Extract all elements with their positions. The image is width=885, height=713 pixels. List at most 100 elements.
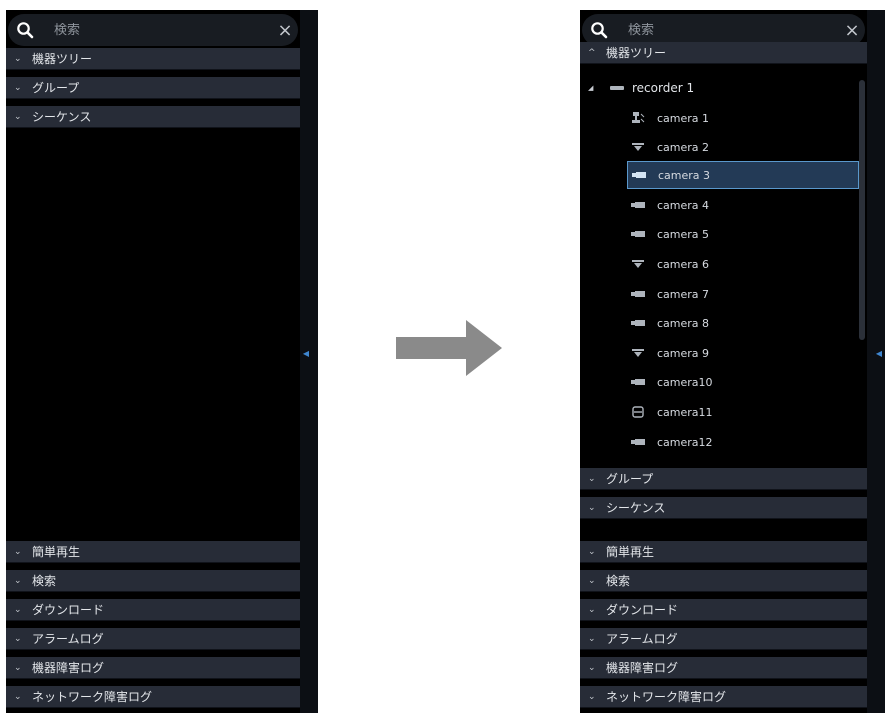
- tree-item-camera[interactable]: camera12: [627, 428, 859, 456]
- section-label: アラームログ: [32, 632, 104, 646]
- camera-label: camera 1: [657, 111, 710, 125]
- section-device-tree[interactable]: ^ 機器ツリー: [580, 42, 867, 64]
- search-input[interactable]: [42, 22, 272, 38]
- section-network-error-log[interactable]: ⌄ ネットワーク障害ログ: [6, 686, 300, 708]
- section-label: アラームログ: [606, 632, 678, 646]
- section-label: 機器障害ログ: [606, 661, 679, 675]
- caret-left-icon: ◀: [302, 348, 310, 358]
- chevron-down-icon: ⌄: [14, 111, 22, 122]
- search-bar: ×: [8, 14, 298, 46]
- section-label: ダウンロード: [32, 603, 105, 617]
- tree-item-camera[interactable]: camera10: [627, 368, 859, 396]
- panel-collapse-tab[interactable]: ◀: [300, 318, 312, 388]
- section-device-error-log[interactable]: ⌄ 機器障害ログ: [580, 657, 867, 679]
- camera-label: camera 6: [657, 257, 710, 271]
- section-search[interactable]: ⌄ 検索: [6, 570, 300, 592]
- camera-label: camera 9: [657, 346, 710, 360]
- chevron-down-icon: ⌄: [588, 604, 596, 615]
- section-label: グループ: [32, 81, 80, 95]
- chevron-down-icon: ⌄: [14, 53, 22, 64]
- camera-label: camera 8: [657, 316, 710, 330]
- search-icon[interactable]: [8, 21, 42, 39]
- section-group[interactable]: ⌄ グループ: [580, 468, 867, 490]
- tree-item-camera[interactable]: camera 9: [627, 339, 859, 367]
- search-icon[interactable]: [582, 21, 616, 39]
- tree-scrollbar[interactable]: [859, 80, 865, 340]
- camera-label: camera12: [657, 435, 713, 449]
- camera-label: camera 5: [657, 227, 710, 241]
- tree-item-camera[interactable]: camera 5: [627, 220, 859, 248]
- section-label: 検索: [606, 574, 631, 588]
- box-camera-icon: [627, 437, 649, 447]
- ptz-camera-icon: [627, 111, 649, 125]
- chevron-down-icon: ⌄: [588, 633, 596, 644]
- section-label: ネットワーク障害ログ: [606, 690, 727, 704]
- section-label: 機器ツリー: [32, 52, 93, 66]
- dome-camera-icon: [627, 258, 649, 270]
- camera-label: camera11: [657, 405, 713, 419]
- box-camera-icon: [627, 229, 649, 239]
- section-label: 簡単再生: [32, 545, 81, 559]
- caret-left-icon: ◀: [875, 348, 883, 358]
- camera-label: camera 7: [657, 287, 710, 301]
- box-camera-icon: [627, 289, 649, 299]
- search-input[interactable]: [616, 22, 839, 38]
- section-easy-playback[interactable]: ⌄ 簡単再生: [580, 541, 867, 563]
- section-download[interactable]: ⌄ ダウンロード: [6, 599, 300, 621]
- chevron-down-icon: ⌄: [588, 662, 596, 673]
- tree-item-camera[interactable]: camera 4: [627, 191, 859, 219]
- section-download[interactable]: ⌄ ダウンロード: [580, 599, 867, 621]
- section-label: 機器ツリー: [606, 46, 667, 60]
- chevron-down-icon: ⌄: [588, 502, 596, 513]
- transition-arrow: [396, 320, 502, 376]
- section-label: 機器障害ログ: [32, 661, 105, 675]
- camera-label: camera 2: [657, 140, 710, 154]
- recorder-label: recorder 1: [632, 81, 695, 95]
- expand-toggle-icon[interactable]: ◢: [588, 84, 610, 92]
- recorder-icon: [610, 86, 624, 90]
- tree-item-camera[interactable]: camera 2: [627, 133, 859, 161]
- panel-collapse-tab[interactable]: ◀: [873, 318, 885, 388]
- box-camera-icon: [627, 200, 649, 210]
- tree-item-camera[interactable]: camera 1: [627, 104, 859, 132]
- chevron-down-icon: ⌄: [14, 662, 22, 673]
- tree-item-camera[interactable]: camera 6: [627, 250, 859, 278]
- tree-item-camera[interactable]: camera11: [627, 398, 859, 426]
- section-label: 簡単再生: [606, 545, 655, 559]
- chevron-down-icon: ⌄: [588, 575, 596, 586]
- chevron-down-icon: ⌄: [588, 691, 596, 702]
- chevron-down-icon: ⌄: [14, 691, 22, 702]
- section-alarm-log[interactable]: ⌄ アラームログ: [6, 628, 300, 650]
- section-sequence[interactable]: ⌄ シーケンス: [580, 497, 867, 519]
- section-sequence[interactable]: ⌄ シーケンス: [6, 106, 300, 128]
- tree-item-camera-selected[interactable]: camera 3: [627, 161, 859, 189]
- section-device-error-log[interactable]: ⌄ 機器障害ログ: [6, 657, 300, 679]
- tree-item-camera[interactable]: camera 7: [627, 280, 859, 308]
- right-side-panel: × ^ 機器ツリー ◢ recorder 1 camera 1 camera 2…: [580, 10, 885, 713]
- dome-camera-icon: [627, 141, 649, 153]
- tree-item-recorder[interactable]: ◢ recorder 1: [588, 76, 694, 100]
- section-network-error-log[interactable]: ⌄ ネットワーク障害ログ: [580, 686, 867, 708]
- chevron-down-icon: ⌄: [14, 546, 22, 557]
- camera-label: camera 3: [658, 168, 711, 182]
- box-camera-icon: [627, 377, 649, 387]
- section-alarm-log[interactable]: ⌄ アラームログ: [580, 628, 867, 650]
- fisheye-camera-icon: [627, 405, 649, 419]
- section-device-tree[interactable]: ⌄ 機器ツリー: [6, 48, 300, 70]
- chevron-down-icon: ⌄: [14, 604, 22, 615]
- section-search[interactable]: ⌄ 検索: [580, 570, 867, 592]
- chevron-up-icon: ^: [588, 47, 596, 58]
- camera-label: camera 4: [657, 198, 710, 212]
- clear-search-icon[interactable]: ×: [839, 20, 865, 41]
- chevron-down-icon: ⌄: [588, 473, 596, 484]
- arrow-shape: [396, 320, 502, 376]
- camera-label: camera10: [657, 375, 713, 389]
- tree-item-camera[interactable]: camera 8: [627, 309, 859, 337]
- clear-search-icon[interactable]: ×: [272, 20, 298, 41]
- box-camera-icon: [628, 170, 650, 180]
- section-label: ネットワーク障害ログ: [32, 690, 153, 704]
- section-easy-playback[interactable]: ⌄ 簡単再生: [6, 541, 300, 563]
- left-side-panel: × ⌄ 機器ツリー ⌄ グループ ⌄ シーケンス ⌄ 簡単再生 ⌄ 検索 ⌄ ダ…: [6, 10, 318, 713]
- section-label: グループ: [606, 472, 654, 486]
- section-group[interactable]: ⌄ グループ: [6, 77, 300, 99]
